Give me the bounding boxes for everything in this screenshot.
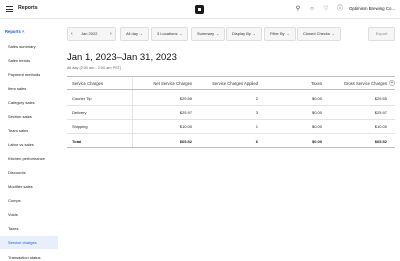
table-total-label: Total	[72, 139, 82, 144]
app-title: Reports	[18, 5, 38, 11]
closed-checks-label: Closed Checks	[303, 31, 330, 36]
account-name[interactable]: Optimism Brewing Co...	[349, 6, 395, 11]
row-divider	[67, 133, 395, 134]
chevron-down-icon: ⌄	[215, 32, 220, 36]
sidebar-item-transaction-status[interactable]: Transaction status	[0, 251, 58, 261]
table-cell: 2	[255, 96, 258, 101]
sidebar-header-reports[interactable]: Reports ˄	[5, 29, 24, 34]
table-total-cell: 6	[255, 139, 258, 144]
display-by-label: Display By	[232, 31, 251, 36]
locations-button[interactable]: 3 Locations ⌄	[151, 27, 189, 41]
sidebar: Reports ˄ Sales summary Sales trends Pay…	[0, 20, 58, 261]
sidebar-item-comps[interactable]: Comps	[0, 194, 58, 207]
column-header-service-charges[interactable]: Service Charges	[72, 81, 103, 86]
date-range-label[interactable]: Jan 2022	[81, 28, 97, 40]
sidebar-item-labor-vs-sales[interactable]: Labor vs sales	[0, 138, 58, 151]
summary-button[interactable]: Summary ⌄	[191, 27, 226, 41]
bell-icon[interactable]: ♡	[322, 5, 330, 13]
search-icon[interactable]: ⚲	[294, 5, 302, 13]
sidebar-item-item-sales[interactable]: Item sales	[0, 82, 58, 95]
table-cell: $29.55	[179, 96, 192, 101]
sidebar-item-category-sales[interactable]: Category sales	[0, 96, 58, 109]
sidebar-item-discounts[interactable]: Discounts	[0, 166, 58, 179]
table-cell: $29.55	[374, 96, 387, 101]
page-title: Jan 1, 2023–Jan 31, 2023	[67, 52, 177, 63]
chevron-down-icon: ⌄	[139, 32, 143, 36]
row-divider	[67, 119, 395, 120]
table-cell: $25.97	[374, 110, 387, 115]
table-cell: $0.00	[311, 110, 322, 115]
time-range-button[interactable]: All day ⌄	[120, 27, 149, 41]
filter-by-button[interactable]: Filter By ⌄	[264, 27, 296, 41]
menu-icon[interactable]	[6, 6, 13, 12]
column-header-gross-service-charges[interactable]: Gross Service Charges	[344, 81, 387, 86]
table-cell: 1	[255, 124, 258, 129]
sidebar-item-modifier-sales[interactable]: Modifier sales	[0, 180, 58, 193]
table-cell: $0.00	[311, 96, 322, 101]
filter-by-label: Filter By	[270, 31, 285, 36]
sidebar-item-service-charges[interactable]: Service charges	[0, 236, 58, 249]
sidebar-item-sales-trends[interactable]: Sales trends	[0, 54, 58, 67]
chevron-down-icon: ⌄	[330, 32, 335, 36]
chevron-down-icon: ⌄	[178, 32, 183, 36]
table-cell: $10.00	[179, 124, 192, 129]
table-row-label: Delivery	[72, 110, 87, 115]
report-subtitle: All day (2:00 am - 2:00 am PST)	[67, 66, 122, 70]
table-cell: $10.00	[374, 124, 387, 129]
table-top-border	[67, 76, 395, 77]
summary-label: Summary	[197, 31, 215, 36]
table-row-label: Shipping	[72, 124, 88, 129]
column-header-net-service-charges[interactable]: Net Service Charges	[153, 81, 192, 86]
chevron-right-icon[interactable]: ›	[110, 28, 112, 40]
add-column-icon[interactable]: +	[389, 80, 395, 86]
table-cell: $0.00	[311, 124, 322, 129]
sidebar-item-team-sales[interactable]: Team sales	[0, 124, 58, 137]
sidebar-item-kitchen-performance[interactable]: Kitchen performance	[0, 152, 58, 165]
table-total-cell: $65.52	[374, 139, 387, 144]
closed-checks-button[interactable]: Closed Checks ⌄	[297, 27, 341, 41]
table-bottom-border	[67, 147, 395, 148]
locations-label: 3 Locations	[157, 31, 178, 36]
chevron-down-icon: ⌄	[251, 32, 256, 36]
sidebar-item-section-sales[interactable]: Section sales	[0, 110, 58, 123]
chat-icon[interactable]: ○	[308, 5, 316, 13]
table-cell: 3	[255, 110, 258, 115]
square-logo-icon[interactable]	[195, 5, 204, 14]
export-button[interactable]: Export	[368, 27, 395, 41]
sidebar-item-taxes[interactable]: Taxes	[0, 222, 58, 235]
sidebar-item-payment-methods[interactable]: Payment methods	[0, 68, 58, 81]
sidebar-item-voids[interactable]: Voids	[0, 208, 58, 221]
table-row-label: Courier Tip	[72, 96, 92, 101]
top-bar: Reports ⚲ ○ ♡ ⓘ Optimism Brewing Co...	[0, 0, 400, 19]
chevron-left-icon[interactable]: ‹	[71, 28, 73, 40]
sidebar-item-sales-summary[interactable]: Sales summary	[0, 40, 58, 53]
table-total-cell: $0.00	[311, 139, 322, 144]
help-icon[interactable]: ⓘ	[336, 5, 344, 13]
chevron-down-icon: ⌄	[285, 32, 290, 36]
table-total-cell: $65.52	[179, 139, 192, 144]
row-divider	[67, 105, 395, 106]
time-range-label: All day	[126, 31, 139, 36]
table-cell: $25.97	[179, 110, 192, 115]
display-by-button[interactable]: Display By ⌄	[226, 27, 262, 41]
header-divider	[67, 89, 395, 90]
date-range-picker: ‹ Jan 2022 ›	[67, 27, 116, 41]
column-header-service-charges-applied[interactable]: Service Charges Applied	[212, 81, 258, 86]
column-header-taxes[interactable]: Taxes	[311, 81, 322, 86]
